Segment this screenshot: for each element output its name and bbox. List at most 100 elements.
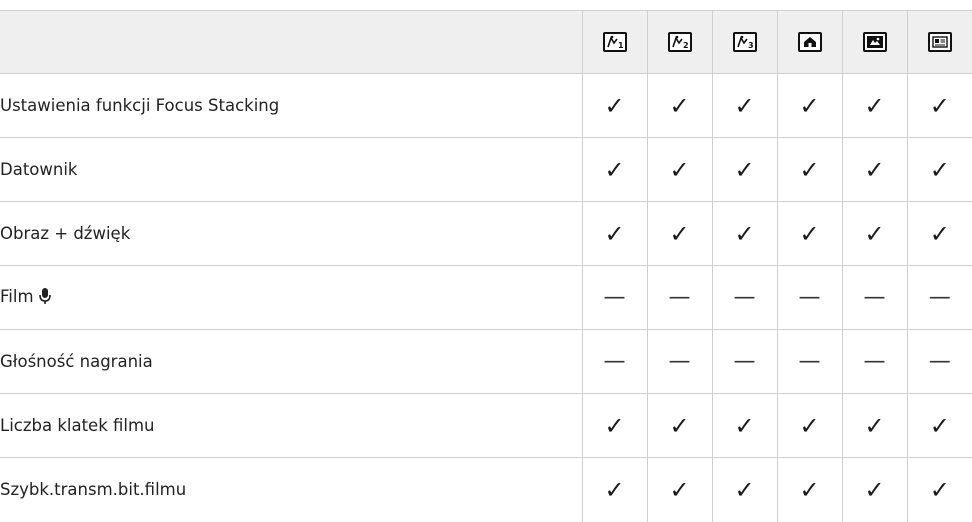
available-checkmark: ✓	[669, 475, 690, 504]
mode-header-5	[841, 10, 907, 74]
available-checkmark: ✓	[604, 91, 625, 120]
row-label: Głośność nagrania	[0, 352, 153, 371]
available-checkmark: ✓	[929, 155, 950, 184]
available-checkmark: ✓	[929, 219, 950, 248]
available-checkmark: ✓	[604, 219, 625, 248]
table-row: Datownik ✓ ✓ ✓ ✓ ✓ ✓	[0, 137, 972, 202]
available-checkmark: ✓	[734, 91, 755, 120]
available-checkmark: ✓	[799, 219, 820, 248]
microphone-icon	[38, 287, 52, 309]
mark-cell: —	[776, 265, 842, 330]
mark-cell: —	[906, 329, 972, 394]
mark-cell: —	[646, 265, 712, 330]
mark-cell: ✓	[906, 201, 972, 266]
mark-cell: ✓	[776, 73, 842, 138]
mark-cell: ✓	[646, 201, 712, 266]
row-label-cell: Obraz + dźwięk	[0, 201, 582, 266]
row-label-cell: Ustawienia funkcji Focus Stacking	[0, 73, 582, 138]
mark-cell: ✓	[841, 457, 907, 522]
row-label-cell: Głośność nagrania	[0, 329, 582, 394]
custom-mode-icon	[927, 32, 952, 53]
mark-cell: ✓	[776, 393, 842, 458]
svg-text:1: 1	[618, 41, 624, 50]
row-label: Szybk.transm.bit.filmu	[0, 480, 187, 500]
available-checkmark: ✓	[864, 219, 885, 248]
art-filter-3-icon: 3	[732, 32, 757, 53]
table-row: Liczba klatek filmu ✓ ✓ ✓ ✓ ✓ ✓	[0, 393, 972, 458]
not-available-dash: —	[928, 348, 951, 374]
not-available-dash: —	[863, 348, 886, 374]
available-checkmark: ✓	[799, 91, 820, 120]
mark-cell: ✓	[646, 393, 712, 458]
table-row: Ustawienia funkcji Focus Stacking ✓ ✓ ✓ ✓ ✓ ✓	[0, 73, 972, 138]
mark-cell: —	[711, 329, 777, 394]
home-mode-icon	[797, 32, 822, 53]
svg-text:3: 3	[748, 41, 754, 50]
mark-cell: ✓	[906, 393, 972, 458]
mark-cell: ✓	[776, 201, 842, 266]
mark-cell: —	[581, 329, 647, 394]
mode-header-4	[776, 10, 842, 74]
table-row: Głośność nagrania — — — — — —	[0, 329, 972, 394]
available-checkmark: ✓	[604, 155, 625, 184]
art-filter-1-icon: 1	[602, 32, 627, 53]
available-checkmark: ✓	[864, 91, 885, 120]
available-checkmark: ✓	[799, 155, 820, 184]
available-checkmark: ✓	[929, 91, 950, 120]
available-checkmark: ✓	[734, 155, 755, 184]
row-label: Datownik	[0, 160, 78, 179]
available-checkmark: ✓	[864, 411, 885, 440]
not-available-dash: —	[603, 348, 626, 374]
row-label-cell: Datownik	[0, 137, 582, 202]
row-label-cell: Liczba klatek filmu	[0, 393, 582, 458]
not-available-dash: —	[733, 348, 756, 374]
mark-cell: —	[776, 329, 842, 394]
available-checkmark: ✓	[669, 155, 690, 184]
not-available-dash: —	[603, 284, 626, 310]
mark-cell: ✓	[646, 457, 712, 522]
row-label: Ustawienia funkcji Focus Stacking	[0, 96, 280, 115]
available-checkmark: ✓	[799, 411, 820, 440]
mark-cell: —	[906, 265, 972, 330]
mark-cell: ✓	[711, 201, 777, 266]
available-checkmark: ✓	[799, 475, 820, 504]
mark-cell: ✓	[711, 393, 777, 458]
not-available-dash: —	[733, 284, 756, 310]
mode-header-2: 2	[646, 10, 712, 74]
row-label-cell: Film	[0, 265, 582, 330]
mark-cell: ✓	[906, 457, 972, 522]
svg-text:2: 2	[683, 41, 689, 50]
mark-cell: —	[711, 265, 777, 330]
not-available-dash: —	[668, 348, 691, 374]
table-row: Obraz + dźwięk ✓ ✓ ✓ ✓ ✓ ✓	[0, 201, 972, 266]
row-label-cell: Szybk.transm.bit.filmu	[0, 458, 582, 522]
mark-cell: ✓	[776, 137, 842, 202]
not-available-dash: —	[798, 284, 821, 310]
table-row: Szybk.transm.bit.filmu ✓ ✓ ✓ ✓ ✓ ✓	[0, 457, 972, 522]
mark-cell: ✓	[646, 137, 712, 202]
available-checkmark: ✓	[604, 475, 625, 504]
art-filter-2-icon: 2	[667, 32, 692, 53]
mark-cell: ✓	[841, 137, 907, 202]
header-row: 1 2 3	[0, 10, 972, 74]
available-checkmark: ✓	[734, 411, 755, 440]
mark-cell: ✓	[711, 137, 777, 202]
mode-header-6	[906, 10, 972, 74]
not-available-dash: —	[798, 348, 821, 374]
available-checkmark: ✓	[669, 91, 690, 120]
available-checkmark: ✓	[864, 475, 885, 504]
mark-cell: ✓	[581, 137, 647, 202]
mark-cell: ✓	[841, 201, 907, 266]
not-available-dash: —	[928, 284, 951, 310]
mark-cell: ✓	[711, 457, 777, 522]
header-empty-cell	[0, 10, 582, 74]
available-checkmark: ✓	[669, 219, 690, 248]
not-available-dash: —	[668, 284, 691, 310]
mode-header-1: 1	[581, 10, 647, 74]
available-checkmark: ✓	[604, 411, 625, 440]
mark-cell: ✓	[646, 73, 712, 138]
row-label: Obraz + dźwięk	[0, 224, 131, 243]
mark-cell: —	[646, 329, 712, 394]
mode-header-3: 3	[711, 10, 777, 74]
mark-cell: ✓	[581, 73, 647, 138]
